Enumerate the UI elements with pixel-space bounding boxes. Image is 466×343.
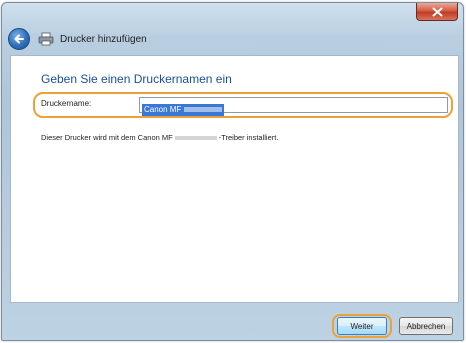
wizard-header: Drucker hinzufügen bbox=[8, 25, 457, 53]
window-title: Drucker hinzufügen bbox=[60, 33, 147, 45]
back-button[interactable] bbox=[8, 28, 30, 50]
back-arrow-icon bbox=[14, 34, 24, 44]
next-button[interactable]: Weiter bbox=[337, 317, 387, 335]
printer-name-label: Druckername: bbox=[41, 99, 92, 108]
page-heading: Geben Sie einen Druckernamen ein bbox=[41, 72, 232, 86]
wizard-footer: Weiter Abbrechen bbox=[10, 303, 459, 339]
close-icon bbox=[432, 7, 442, 16]
printer-name-input[interactable]: Canon MF bbox=[139, 97, 448, 116]
wizard-content: Geben Sie einen Druckernamen ein Drucker… bbox=[10, 55, 459, 303]
close-button[interactable] bbox=[416, 3, 458, 21]
driver-info-text: Dieser Drucker wird mit dem Canon MF -Tre… bbox=[41, 133, 279, 142]
printer-name-value: Canon MF bbox=[142, 104, 225, 116]
printer-icon bbox=[38, 32, 54, 46]
blurred-model-number bbox=[184, 107, 223, 113]
cancel-button[interactable]: Abbrechen bbox=[399, 317, 453, 335]
blurred-model-number bbox=[174, 136, 217, 141]
add-printer-window: Drucker hinzufügen Geben Sie einen Druck… bbox=[1, 2, 464, 341]
